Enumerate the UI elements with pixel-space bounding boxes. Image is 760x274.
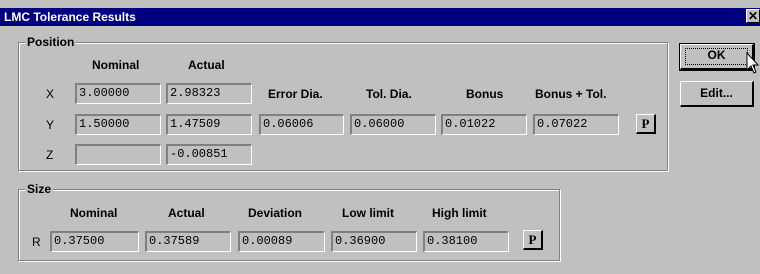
position-group-label: Position	[25, 34, 77, 50]
deviation-field[interactable]: 0.00089	[238, 231, 325, 252]
close-icon[interactable]: ✕	[746, 9, 760, 23]
z-nominal-field[interactable]	[75, 144, 161, 165]
size-print-button[interactable]: P	[523, 230, 543, 250]
arrow-cursor-icon	[746, 52, 760, 74]
position-actual-header: Actual	[188, 58, 225, 72]
error-dia-header: Error Dia.	[268, 87, 323, 101]
y-actual-field[interactable]: 1.47509	[166, 114, 252, 135]
size-actual-header: Actual	[168, 206, 205, 220]
position-nominal-header: Nominal	[92, 58, 140, 72]
low-limit-header: Low limit	[342, 206, 394, 220]
z-actual-field[interactable]: -0.00851	[166, 144, 252, 165]
position-print-button[interactable]: P	[636, 114, 656, 134]
z-row-label: Z	[46, 148, 54, 162]
low-limit-field[interactable]: 0.36900	[331, 231, 417, 252]
r-row-label: R	[32, 235, 41, 249]
size-group-label: Size	[25, 181, 54, 197]
focus-rectangle	[685, 48, 748, 65]
bonus-header: Bonus	[466, 87, 504, 101]
r-nominal-field[interactable]: 0.37500	[50, 231, 139, 252]
edit-button[interactable]: Edit...	[680, 81, 754, 107]
size-nominal-header: Nominal	[70, 206, 118, 220]
high-limit-field[interactable]: 0.38100	[423, 231, 509, 252]
x-nominal-field[interactable]: 3.00000	[75, 83, 161, 104]
lmc-tolerance-dialog: LMC Tolerance Results ✕ Position Nominal…	[0, 0, 760, 274]
tol-dia-field[interactable]: 0.06000	[350, 114, 436, 135]
x-row-label: X	[46, 87, 55, 101]
window-title: LMC Tolerance Results	[4, 10, 136, 24]
x-actual-field[interactable]: 2.98323	[166, 83, 252, 104]
title-bar: LMC Tolerance Results ✕	[0, 8, 760, 26]
ok-button[interactable]: OK	[679, 43, 755, 71]
bonus-tol-header: Bonus + Tol.	[535, 87, 607, 101]
bonus-tol-field[interactable]: 0.07022	[533, 114, 619, 135]
r-actual-field[interactable]: 0.37589	[145, 231, 231, 252]
edit-button-label: Edit...	[700, 86, 733, 100]
high-limit-header: High limit	[432, 206, 487, 220]
bonus-field[interactable]: 0.01022	[441, 114, 527, 135]
deviation-header: Deviation	[248, 206, 303, 220]
error-dia-field[interactable]: 0.06006	[259, 114, 344, 135]
y-row-label: Y	[46, 118, 55, 132]
tol-dia-header: Tol. Dia.	[366, 87, 412, 101]
y-nominal-field[interactable]: 1.50000	[75, 114, 161, 135]
